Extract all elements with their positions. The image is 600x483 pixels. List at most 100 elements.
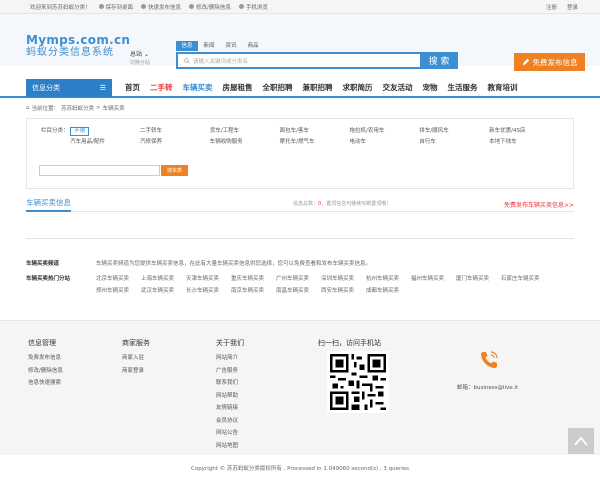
hot-cities-label: 车辆买卖热门分站 [26,276,71,282]
nav-housing[interactable]: 房屋租售 [218,79,258,97]
filter-item[interactable]: 汽修保养 [140,138,210,147]
city-link[interactable]: 天津车辆买卖 [186,273,231,285]
footer-link[interactable]: 信息快速搜索 [28,377,63,390]
mobile-link[interactable]: 手机浏览 [238,3,268,11]
footer: 信息管理 免费发布信息 修改/删除信息 信息快速搜索 商家服务 商家入驻 商家登… [0,320,600,455]
tab-articles[interactable]: 资讯 [220,41,242,51]
filter-item[interactable]: 拼车/顺风车 [419,127,489,136]
filter-item[interactable]: 货车/工程车 [210,127,280,136]
nav-parttime-jobs[interactable]: 兼职招聘 [298,79,338,97]
list-title: 车辆买卖信息 [26,197,71,212]
save-desktop-link[interactable]: 保存到桌面 [98,3,133,11]
city-link[interactable]: 西安车辆买卖 [321,285,366,297]
footer-link[interactable]: 广告服务 [216,365,244,378]
filter-item[interactable]: 电动车 [349,138,419,147]
city-link[interactable]: 南昌车辆买卖 [276,285,321,297]
edit-icon [522,58,529,66]
qr-title: 扫一扫，访问手机站 [318,339,381,347]
filter-search-input[interactable] [39,165,160,176]
search-button[interactable]: 搜 索 [420,52,458,69]
filter-item[interactable]: 汽车用品/配件 [70,138,140,147]
monitor-icon [98,4,104,9]
footer-link[interactable]: 联系我们 [216,377,244,390]
footer-link[interactable]: 网站地图 [216,440,244,453]
breadcrumb-current[interactable]: 车辆买卖 [103,104,125,112]
city-link[interactable]: 重庆车辆买卖 [231,273,276,285]
footer-merchant-services: 商家服务 商家入驻 商家登录 [122,338,150,377]
login-link[interactable]: 登录 [567,3,578,11]
footer-link[interactable]: 商家入驻 [122,352,150,365]
filter-item[interactable]: 二手轿车 [140,127,210,136]
city-link[interactable]: 郑州车辆买卖 [96,285,141,297]
breadcrumb: ⌂ 当前位置： 苏苏蚂蚁分类 > 车辆买卖 [26,104,125,112]
footer-link[interactable]: 网站公告 [216,427,244,440]
tab-goods[interactable]: 商品 [242,41,264,51]
city-link[interactable]: 广州车辆买卖 [276,273,321,285]
city-link[interactable]: 武汉车辆买卖 [141,285,186,297]
copyright: Copyright © 苏苏蚂蚁分类版权所有 , Processed in 1.… [190,466,410,472]
filter-unlimited[interactable]: 不限 [70,127,90,136]
footer-info-management: 信息管理 免费发布信息 修改/删除信息 信息快速搜索 [28,338,63,390]
nav-second-hand[interactable]: 二手转 [145,79,178,97]
footer-about: 关于我们 网站简介 广告服务 联系我们 网站帮助 友情链接 会员协议 网站公告 … [216,338,244,452]
city-link[interactable]: 上海车辆买卖 [141,273,186,285]
nav-dating[interactable]: 交友活动 [378,79,418,97]
settings-icon [189,4,195,9]
city-link[interactable]: 深圳车辆买卖 [321,273,366,285]
nav-resumes[interactable]: 求职简历 [338,79,378,97]
menu-icon: ☰ [99,84,106,92]
city-link[interactable]: 长沙车辆买卖 [186,285,231,297]
search-icon [184,57,190,64]
filter-item[interactable]: 车辆收购服务 [210,138,280,147]
footer-link[interactable]: 免费发布信息 [28,352,63,365]
city-link[interactable]: 福州车辆买卖 [411,273,456,285]
breadcrumb-site[interactable]: 苏苏蚂蚁分类 [61,104,94,112]
post-vehicle-link[interactable]: 免费发布车辆买卖信息>> [504,200,574,209]
info-count: 信息总数：0，置顶信息可继续买断置顶哦！ [293,201,392,207]
contact-email: 邮箱：business@live.it [457,385,519,391]
city-link[interactable]: 成都车辆买卖 [366,285,411,297]
back-to-top-button[interactable] [568,428,594,454]
filter-item[interactable]: 自行车 [419,138,489,147]
tab-info[interactable]: 信息 [176,41,198,51]
filter-item[interactable]: 新车优惠/4S店 [489,127,559,136]
nav-vehicles[interactable]: 车辆买卖 [178,79,218,97]
city-link[interactable]: 北京车辆买卖 [96,273,141,285]
nav-home[interactable]: 首页 [120,79,145,97]
filter-item[interactable]: 面包车/客车 [280,127,350,136]
footer-link[interactable]: 修改/删除信息 [28,365,63,378]
filter-search-button[interactable]: 搜本类 [161,165,188,176]
post-free-button[interactable]: 免费发布信息 [514,53,585,71]
quick-post-link[interactable]: 快速发布信息 [141,3,181,11]
tab-news[interactable]: 新闻 [198,41,220,51]
filter-item[interactable]: 拖拉机/农用车 [349,127,419,136]
filter-item[interactable]: 本地下线车 [489,138,559,147]
edit-delete-link[interactable]: 修改/删除信息 [189,3,231,11]
footer-link[interactable]: 会员协议 [216,415,244,428]
nav-education[interactable]: 教育培训 [483,79,523,97]
city-link[interactable]: 南京车辆买卖 [231,285,276,297]
city-link[interactable]: 杭州车辆买卖 [366,273,411,285]
phone-icon [481,351,498,368]
qr-code [327,351,389,413]
city-link[interactable]: 石家庄车辆买卖 [501,273,546,285]
city-link[interactable]: 厦门车辆买卖 [456,273,501,285]
footer-link[interactable]: 商家登录 [122,365,150,378]
footer-link[interactable]: 网站简介 [216,352,244,365]
category-menu[interactable]: 信息分类 ☰ [26,79,112,97]
mobile-icon [238,4,244,9]
nav-life-services[interactable]: 生活服务 [443,79,483,97]
chevron-up-icon [574,436,588,446]
search-input[interactable]: 请输入关键词或分类名 [176,52,420,69]
nav-pets[interactable]: 宠物 [418,79,443,97]
nav-fulltime-jobs[interactable]: 全职招聘 [258,79,298,97]
register-link[interactable]: 注册 [546,3,557,11]
welcome-text: 欢迎来到苏苏蚂蚁分类！ [30,4,91,11]
footer-link[interactable]: 友情链接 [216,402,244,415]
site-logo[interactable]: Mymps.com.cn 蚂蚁分类信息系统 [26,33,130,59]
city-switcher[interactable]: 总站 ⌄ 切换分站 [130,50,150,68]
list-header: 车辆买卖信息 信息总数：0，置顶信息可继续买断置顶哦！ 免费发布车辆买卖信息>> [26,198,574,212]
lightning-icon [141,4,147,9]
footer-link[interactable]: 网站帮助 [216,390,244,403]
filter-item[interactable]: 摩托车/燃气车 [280,138,350,147]
